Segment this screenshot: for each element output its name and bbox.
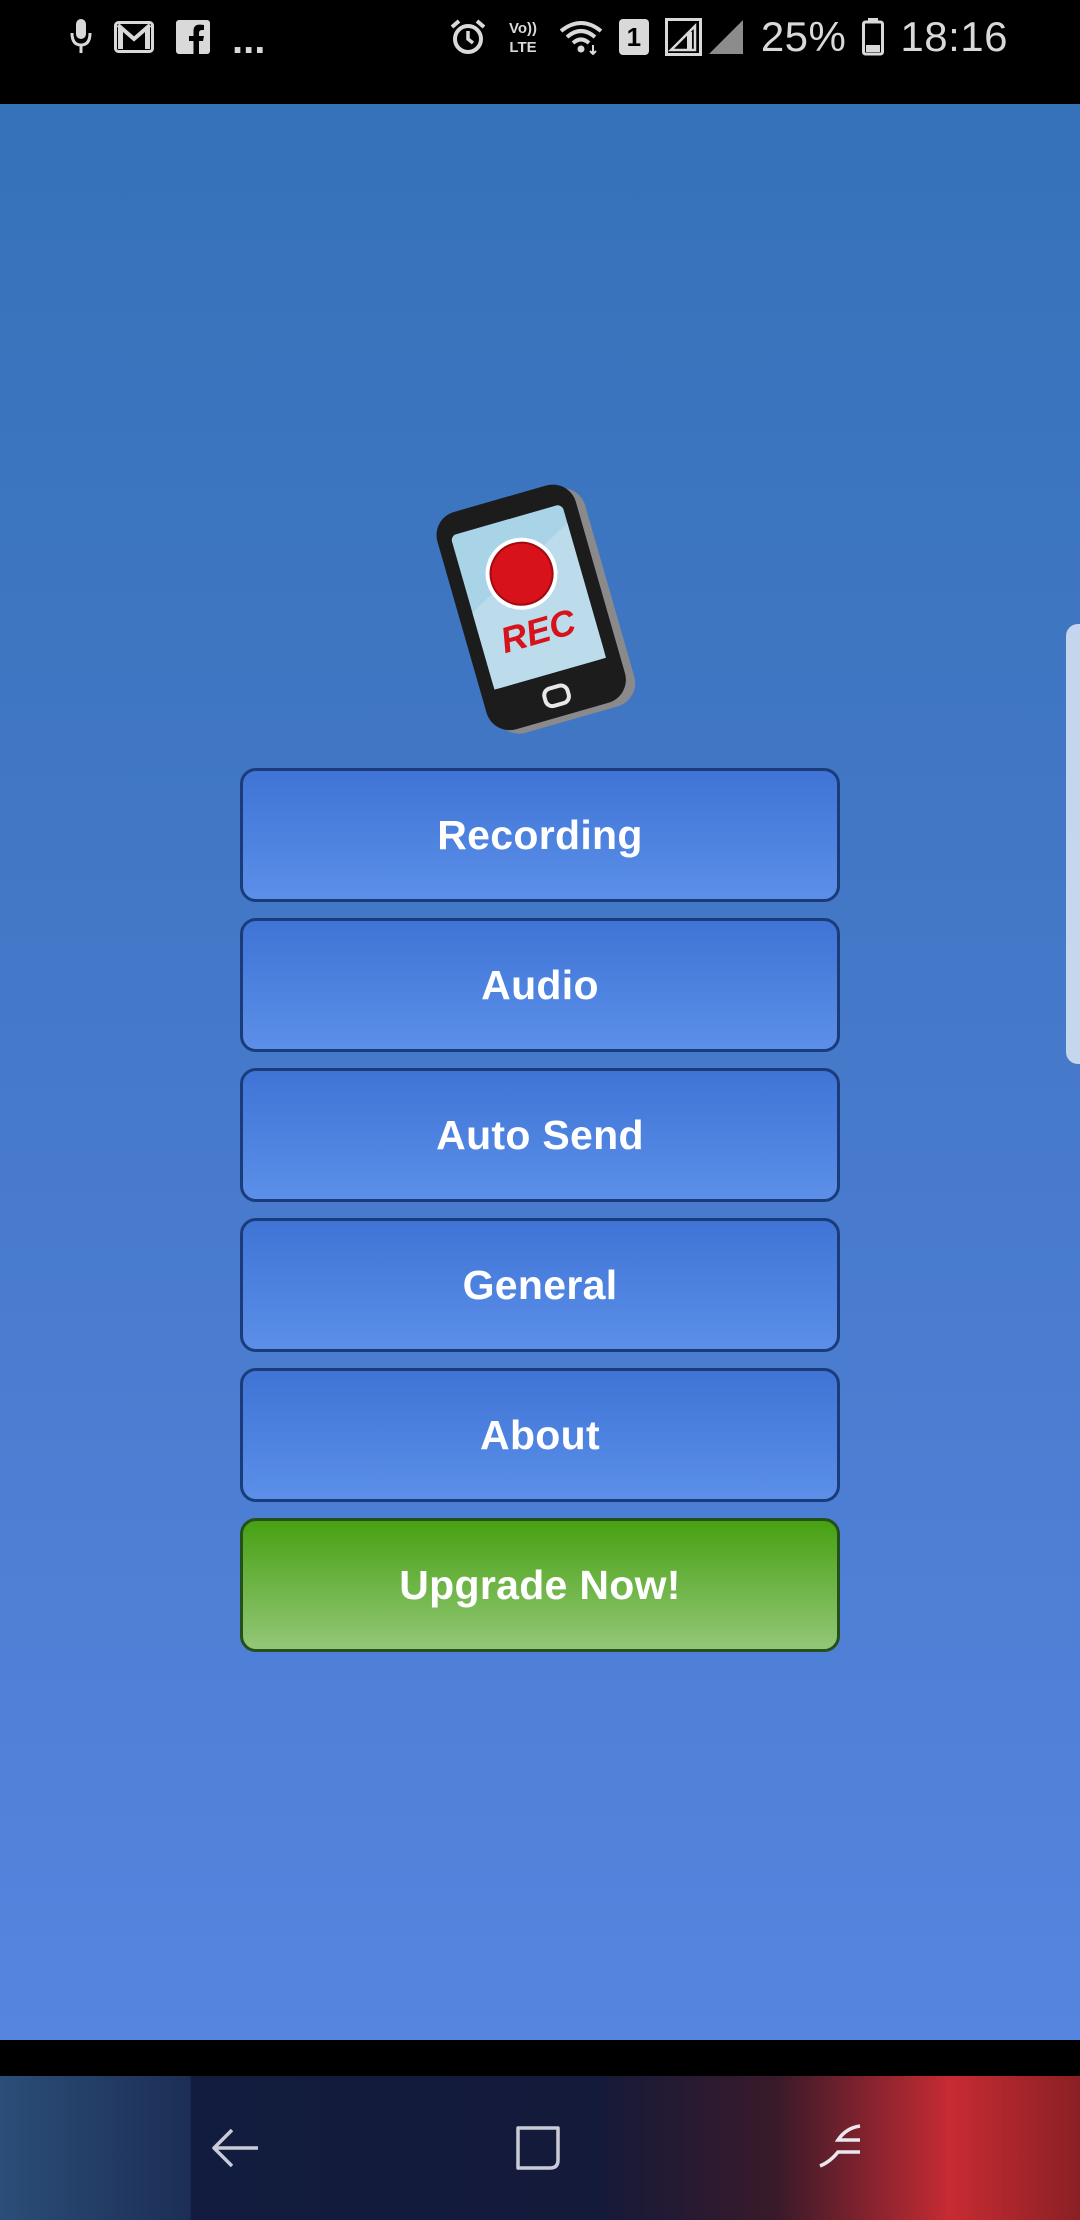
status-bar: ... Vo)) LTE 1 25% 18:16 bbox=[0, 0, 1080, 104]
upgrade-now-button[interactable]: Upgrade Now! bbox=[240, 1518, 840, 1652]
status-bar-notifications: ... bbox=[70, 0, 265, 74]
alarm-icon bbox=[449, 18, 487, 56]
navigation-bar bbox=[0, 2076, 1080, 2220]
screen: ... Vo)) LTE 1 25% 18:16 REC Recording A… bbox=[0, 0, 1080, 2220]
mic-icon bbox=[70, 19, 92, 55]
overflow-notifications: ... bbox=[232, 17, 266, 62]
battery-percent: 25% bbox=[760, 13, 847, 60]
app-content: REC Recording Audio Auto Send General Ab… bbox=[0, 104, 1080, 2040]
gmail-icon bbox=[114, 21, 154, 53]
bottom-divider bbox=[0, 2040, 1080, 2076]
signal-icon bbox=[664, 18, 745, 56]
audio-button[interactable]: Audio bbox=[240, 918, 840, 1052]
back-button[interactable] bbox=[166, 2076, 306, 2220]
recents-button[interactable] bbox=[770, 2076, 910, 2220]
edge-panel-handle[interactable] bbox=[1066, 624, 1080, 1064]
volte-icon: Vo)) LTE bbox=[503, 17, 543, 57]
recording-button[interactable]: Recording bbox=[240, 768, 840, 902]
clock: 18:16 bbox=[900, 13, 1008, 60]
back-icon bbox=[212, 2128, 258, 2168]
about-button[interactable]: About bbox=[240, 1368, 840, 1502]
wifi-icon bbox=[559, 19, 603, 55]
rec-phone-logo: REC bbox=[436, 484, 636, 734]
main-menu: Recording Audio Auto Send General About … bbox=[240, 768, 840, 1668]
auto-send-button[interactable]: Auto Send bbox=[240, 1068, 840, 1202]
home-button[interactable] bbox=[468, 2076, 608, 2220]
facebook-icon bbox=[176, 20, 210, 54]
svg-text:LTE: LTE bbox=[509, 39, 536, 56]
sim-slot-badge: 1 bbox=[618, 19, 649, 55]
general-button[interactable]: General bbox=[240, 1218, 840, 1352]
home-icon bbox=[516, 2126, 560, 2170]
svg-text:Vo)): Vo)) bbox=[509, 20, 537, 37]
status-bar-system: Vo)) LTE 1 25% 18:16 bbox=[449, 0, 1008, 74]
recents-icon bbox=[819, 2124, 861, 2168]
battery-icon bbox=[862, 18, 885, 56]
